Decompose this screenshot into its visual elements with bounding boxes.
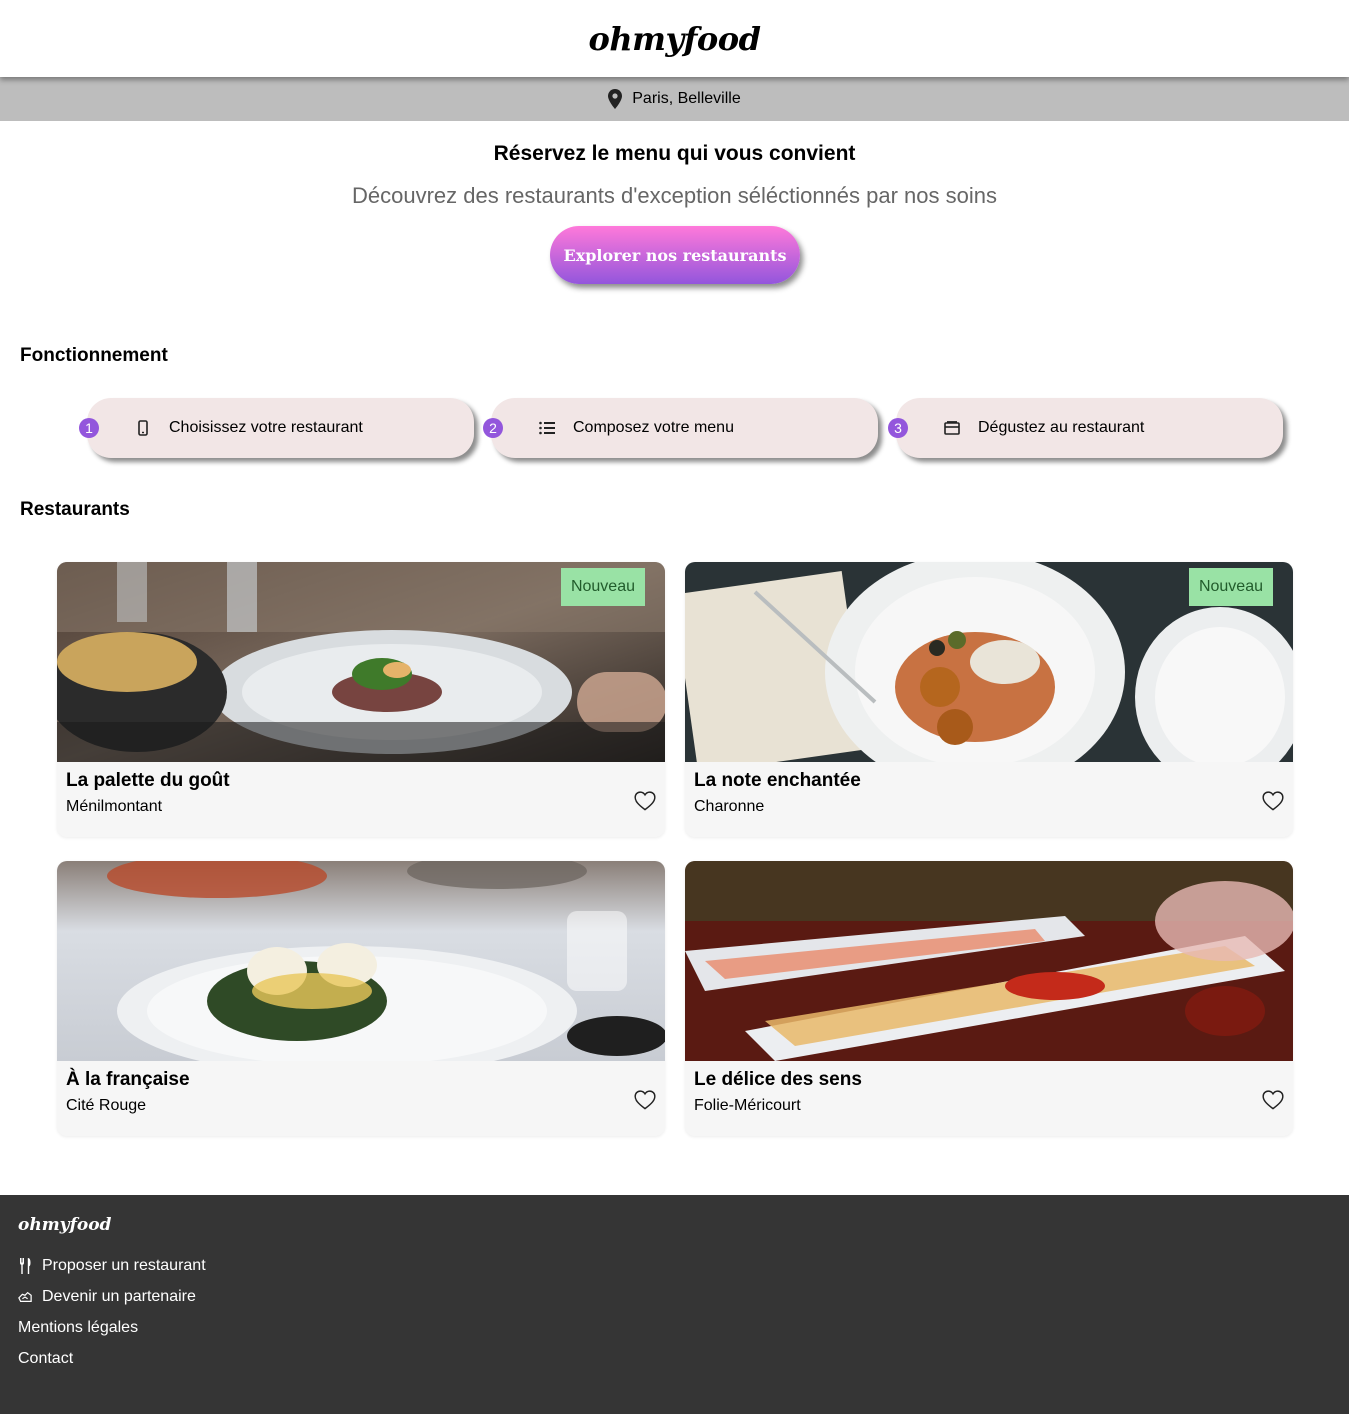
- list-icon: [537, 418, 557, 438]
- explore-restaurants-button[interactable]: Explorer nos restaurants: [550, 226, 800, 284]
- location-pin-icon: [608, 89, 623, 109]
- restaurant-card[interactable]: Nouveau La palette du goût Ménilmontant: [57, 562, 665, 837]
- restaurant-card[interactable]: Nouveau La note enchantée Charonne: [685, 562, 1293, 837]
- legal-notice-link[interactable]: Mentions légales: [18, 1319, 138, 1337]
- location-text: Paris, Belleville: [632, 90, 741, 107]
- restaurant-area: Ménilmontant: [66, 798, 163, 815]
- step-label: Composez votre menu: [573, 419, 734, 436]
- restaurant-name: La note enchantée: [694, 770, 861, 791]
- receipt-icon: [942, 418, 962, 438]
- step-number: 2: [483, 418, 503, 438]
- step-label: Dégustez au restaurant: [978, 419, 1145, 436]
- how-it-works-title: Fonctionnement: [20, 345, 168, 366]
- restaurant-photo: [57, 861, 665, 1061]
- restaurant-name: À la française: [66, 1069, 190, 1090]
- heart-icon[interactable]: [1262, 791, 1284, 811]
- propose-restaurant-link[interactable]: Proposer un restaurant: [18, 1257, 206, 1275]
- step-label: Choisissez votre restaurant: [169, 419, 363, 436]
- footer-link-label: Devenir un partenaire: [42, 1288, 196, 1305]
- hero-subtitle: Découvrez des restaurants d'exception sé…: [351, 183, 997, 208]
- site-footer: ohmyfood Proposer un restaurant Devenir …: [0, 1195, 1349, 1414]
- new-badge: Nouveau: [560, 568, 645, 606]
- restaurants-title: Restaurants: [20, 499, 130, 520]
- step-card-3: 3 Dégustez au restaurant: [888, 398, 1283, 458]
- location-bar: Paris, Belleville: [0, 77, 1349, 121]
- restaurant-area: Folie-Méricourt: [694, 1097, 801, 1114]
- become-partner-link[interactable]: Devenir un partenaire: [18, 1288, 196, 1306]
- restaurant-area: Cité Rouge: [66, 1097, 147, 1114]
- step-number: 3: [888, 418, 908, 438]
- restaurant-area: Charonne: [694, 798, 765, 815]
- hero-title: Réservez le menu qui vous convient: [493, 142, 856, 165]
- utensils-icon: [20, 1258, 31, 1274]
- restaurant-name: Le délice des sens: [694, 1069, 862, 1090]
- handshake-icon: [18, 1291, 32, 1302]
- restaurant-card[interactable]: À la française Cité Rouge: [57, 861, 665, 1136]
- step-number: 1: [79, 418, 99, 438]
- contact-link[interactable]: Contact: [18, 1350, 73, 1368]
- mobile-phone-icon: [133, 418, 153, 438]
- footer-link-label: Contact: [18, 1350, 74, 1367]
- restaurant-name: La palette du goût: [66, 770, 230, 791]
- heart-icon[interactable]: [634, 1090, 656, 1110]
- heart-icon[interactable]: [634, 791, 656, 811]
- footer-link-label: Proposer un restaurant: [42, 1257, 206, 1274]
- restaurant-card[interactable]: Le délice des sens Folie-Méricourt: [685, 861, 1293, 1136]
- step-card-2: 2 Composez votre menu: [483, 398, 878, 458]
- restaurant-photo: [685, 861, 1293, 1061]
- step-card-1: 1 Choisissez votre restaurant: [79, 398, 474, 458]
- footer-logo[interactable]: ohmyfood: [18, 1215, 111, 1235]
- site-header: ohmyfood: [0, 0, 1349, 77]
- site-logo[interactable]: ohmyfood: [589, 20, 761, 58]
- new-badge: Nouveau: [1188, 568, 1273, 606]
- footer-link-label: Mentions légales: [18, 1319, 139, 1336]
- heart-icon[interactable]: [1262, 1090, 1284, 1110]
